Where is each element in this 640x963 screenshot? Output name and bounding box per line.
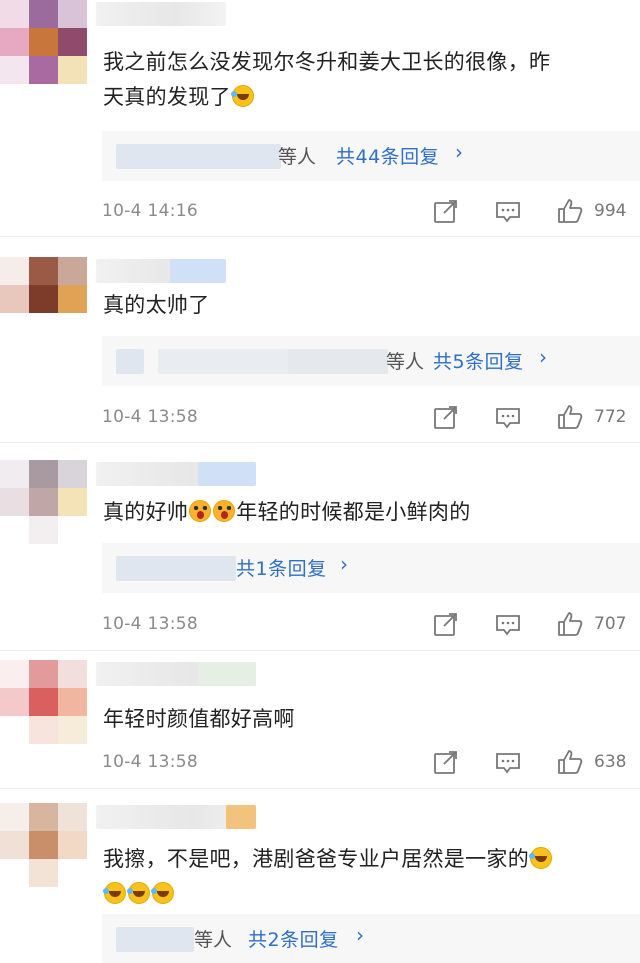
comment-icon[interactable] <box>494 403 522 431</box>
laughing-tears-emoji <box>230 85 254 107</box>
like-count: 772 <box>594 407 627 427</box>
username-blurred[interactable] <box>96 805 256 829</box>
comment-icon[interactable] <box>494 197 522 225</box>
comment-meta: 10-4 13:58 772 <box>102 403 640 433</box>
avatar[interactable] <box>0 660 88 744</box>
laughing-tears-emoji <box>127 882 150 904</box>
username-blurred[interactable] <box>96 2 226 26</box>
comment-icon[interactable] <box>494 748 522 776</box>
share-icon[interactable] <box>432 403 460 431</box>
reply-preview[interactable]: 等人 共2条回复 › <box>102 914 640 963</box>
reply-users-label: 等人 <box>278 146 317 168</box>
comment-text: 我擦，不是吧，港剧爸爸专业户居然是一家的 <box>103 842 622 912</box>
timestamp: 10-4 13:58 <box>102 752 198 772</box>
reply-users-label: 等人 <box>386 351 425 373</box>
astonished-emoji <box>189 500 212 522</box>
timestamp: 10-4 13:58 <box>102 407 198 427</box>
reply-count-link[interactable]: 共44条回复 <box>336 142 439 169</box>
thumbs-up-icon[interactable] <box>556 197 584 225</box>
avatar[interactable] <box>0 257 88 341</box>
username-blurred[interactable] <box>96 462 256 486</box>
thumbs-up-icon[interactable] <box>556 403 584 431</box>
comment-meta: 10-4 13:58 638 <box>102 748 640 778</box>
astonished-emoji <box>213 500 236 522</box>
chevron-right-icon: › <box>340 552 348 576</box>
laughing-tears-emoji <box>151 882 174 904</box>
like-count: 707 <box>594 614 627 634</box>
reply-count-link[interactable]: 共2条回复 <box>248 925 339 952</box>
chevron-right-icon: › <box>356 923 364 947</box>
comment-text: 真的太帅了 <box>103 293 210 317</box>
reply-preview[interactable]: 等人 共44条回复 › <box>102 131 640 181</box>
username-blurred[interactable] <box>96 662 256 686</box>
comment-text: 我之前怎么没发现尔冬升和姜大卫长的很像，昨 天真的发现了 <box>103 50 551 109</box>
laughing-tears-emoji <box>103 882 126 904</box>
like-count: 994 <box>594 201 627 221</box>
timestamp: 10-4 14:16 <box>102 201 198 221</box>
like-count: 638 <box>594 752 627 772</box>
avatar[interactable] <box>0 0 88 84</box>
chevron-right-icon: › <box>455 140 463 164</box>
comment-text: 年轻时颜值都好高啊 <box>103 707 295 731</box>
reply-users-label: 等人 <box>194 929 233 951</box>
share-icon[interactable] <box>432 748 460 776</box>
reply-preview[interactable]: 等人 共5条回复 › <box>102 336 640 386</box>
chevron-right-icon: › <box>539 345 547 369</box>
reply-preview[interactable]: 共1条回复 › <box>102 543 640 593</box>
avatar[interactable] <box>0 460 88 544</box>
timestamp: 10-4 13:58 <box>102 614 198 634</box>
comment-meta: 10-4 13:58 707 <box>102 610 640 640</box>
comment-icon[interactable] <box>494 610 522 638</box>
username-blurred[interactable] <box>96 259 226 283</box>
comment-meta: 10-4 14:16 994 <box>102 197 640 227</box>
reply-count-link[interactable]: 共1条回复 <box>236 554 327 581</box>
comment-text: 真的好帅 年轻的时候都是小鲜肉的 <box>103 500 471 524</box>
avatar[interactable] <box>0 803 88 887</box>
laughing-tears-emoji <box>529 847 552 869</box>
share-icon[interactable] <box>432 197 460 225</box>
reply-count-link[interactable]: 共5条回复 <box>433 347 524 374</box>
share-icon[interactable] <box>432 610 460 638</box>
thumbs-up-icon[interactable] <box>556 610 584 638</box>
thumbs-up-icon[interactable] <box>556 748 584 776</box>
